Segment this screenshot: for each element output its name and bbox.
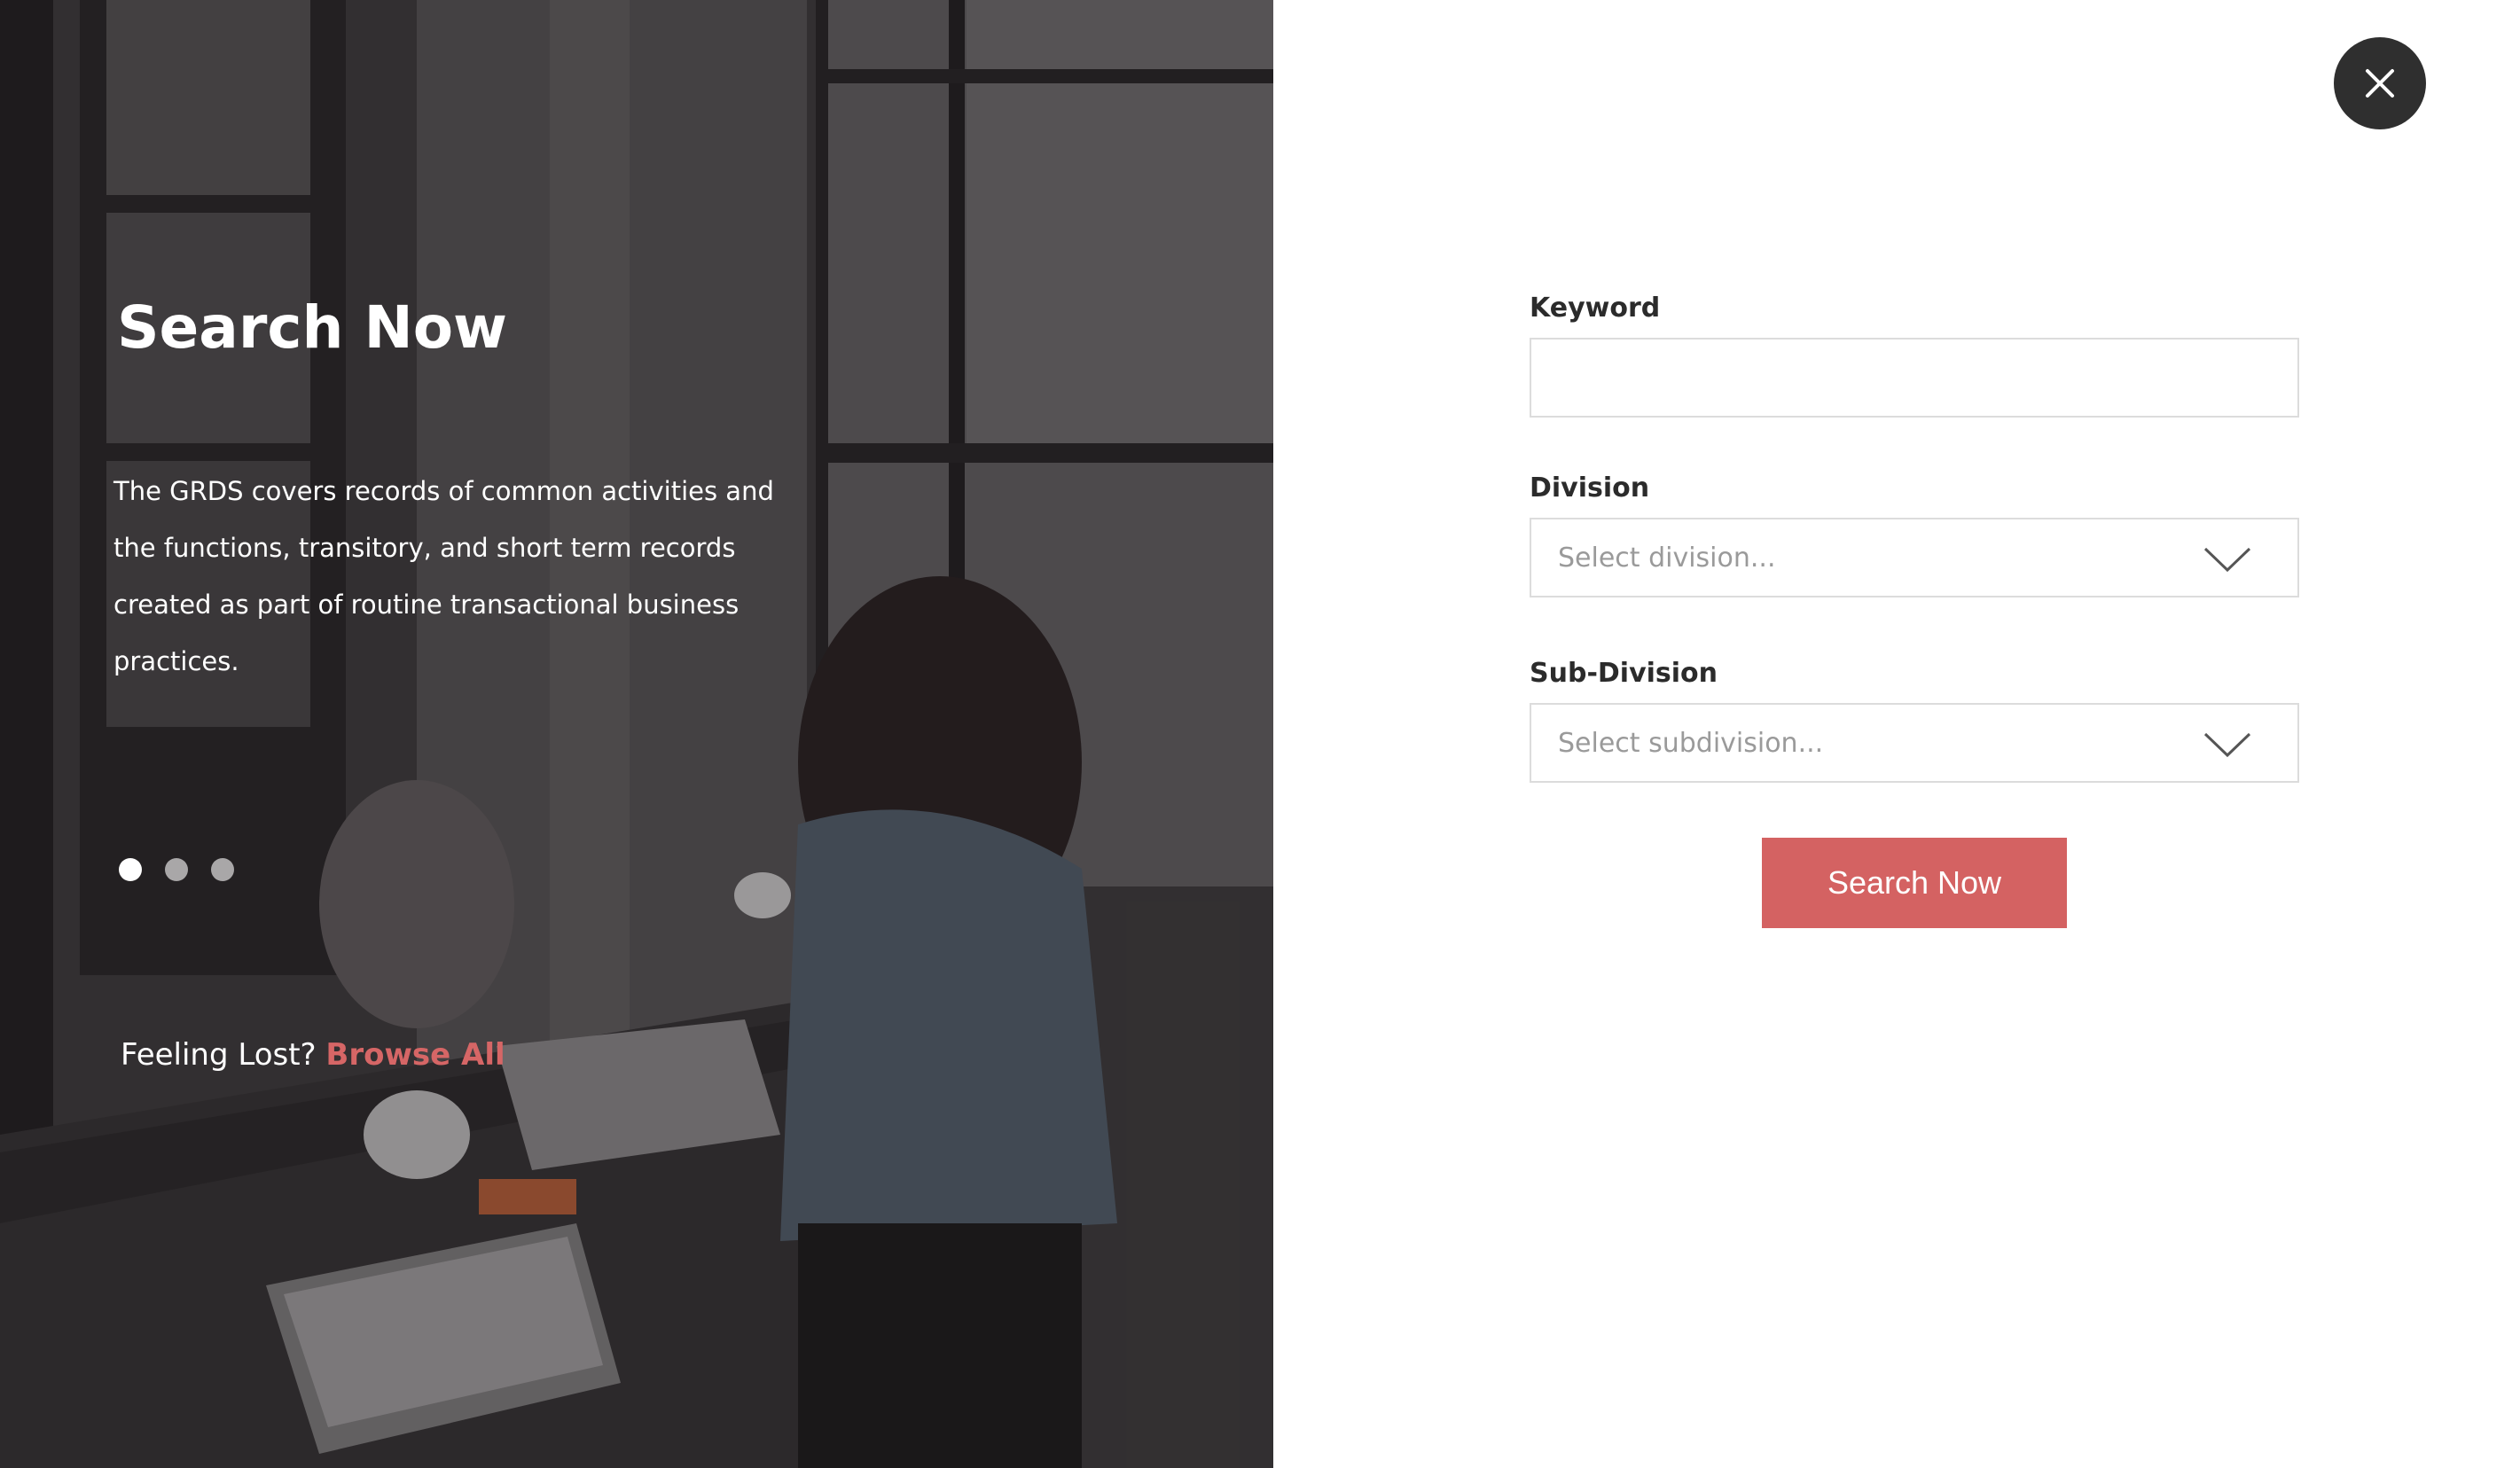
close-button[interactable] bbox=[2334, 37, 2426, 129]
carousel-dot-2[interactable] bbox=[165, 858, 188, 881]
search-overlay: Search Now The GRDS covers records of co… bbox=[0, 0, 2520, 1468]
carousel-dot-3[interactable] bbox=[211, 858, 234, 881]
division-select[interactable]: Select division... bbox=[1530, 518, 2299, 597]
division-placeholder: Select division... bbox=[1558, 542, 1776, 574]
subdivision-placeholder: Select subdivision... bbox=[1558, 727, 1824, 759]
feeling-lost-line: Feeling Lost? Browse All bbox=[121, 1037, 505, 1073]
chevron-down-icon bbox=[2203, 547, 2251, 573]
division-label: Division bbox=[1530, 472, 1650, 504]
close-icon bbox=[2366, 69, 2394, 98]
subdivision-field-group: Sub-Division Select subdivision... bbox=[1530, 658, 2299, 783]
feeling-lost-text: Feeling Lost? bbox=[121, 1037, 317, 1073]
browse-all-link[interactable]: Browse All bbox=[325, 1037, 505, 1073]
subdivision-select[interactable]: Select subdivision... bbox=[1530, 703, 2299, 783]
hero-panel: Search Now The GRDS covers records of co… bbox=[0, 0, 1273, 1468]
keyword-field-group: Keyword bbox=[1530, 293, 2299, 418]
hero-title: Search Now bbox=[117, 293, 508, 362]
hero-description: The GRDS covers records of common activi… bbox=[113, 476, 774, 676]
keyword-input[interactable] bbox=[1530, 338, 2299, 418]
carousel-dot-1[interactable] bbox=[119, 858, 142, 881]
carousel-dots bbox=[119, 858, 234, 881]
hero-dark-overlay bbox=[0, 0, 1273, 1468]
subdivision-label: Sub-Division bbox=[1530, 658, 1718, 689]
search-form: Keyword Division Select division... Sub-… bbox=[1530, 293, 2299, 928]
chevron-down-icon bbox=[2203, 732, 2251, 758]
keyword-label: Keyword bbox=[1530, 293, 1661, 324]
division-field-group: Division Select division... bbox=[1530, 472, 2299, 597]
search-now-button[interactable]: Search Now bbox=[1762, 838, 2067, 928]
